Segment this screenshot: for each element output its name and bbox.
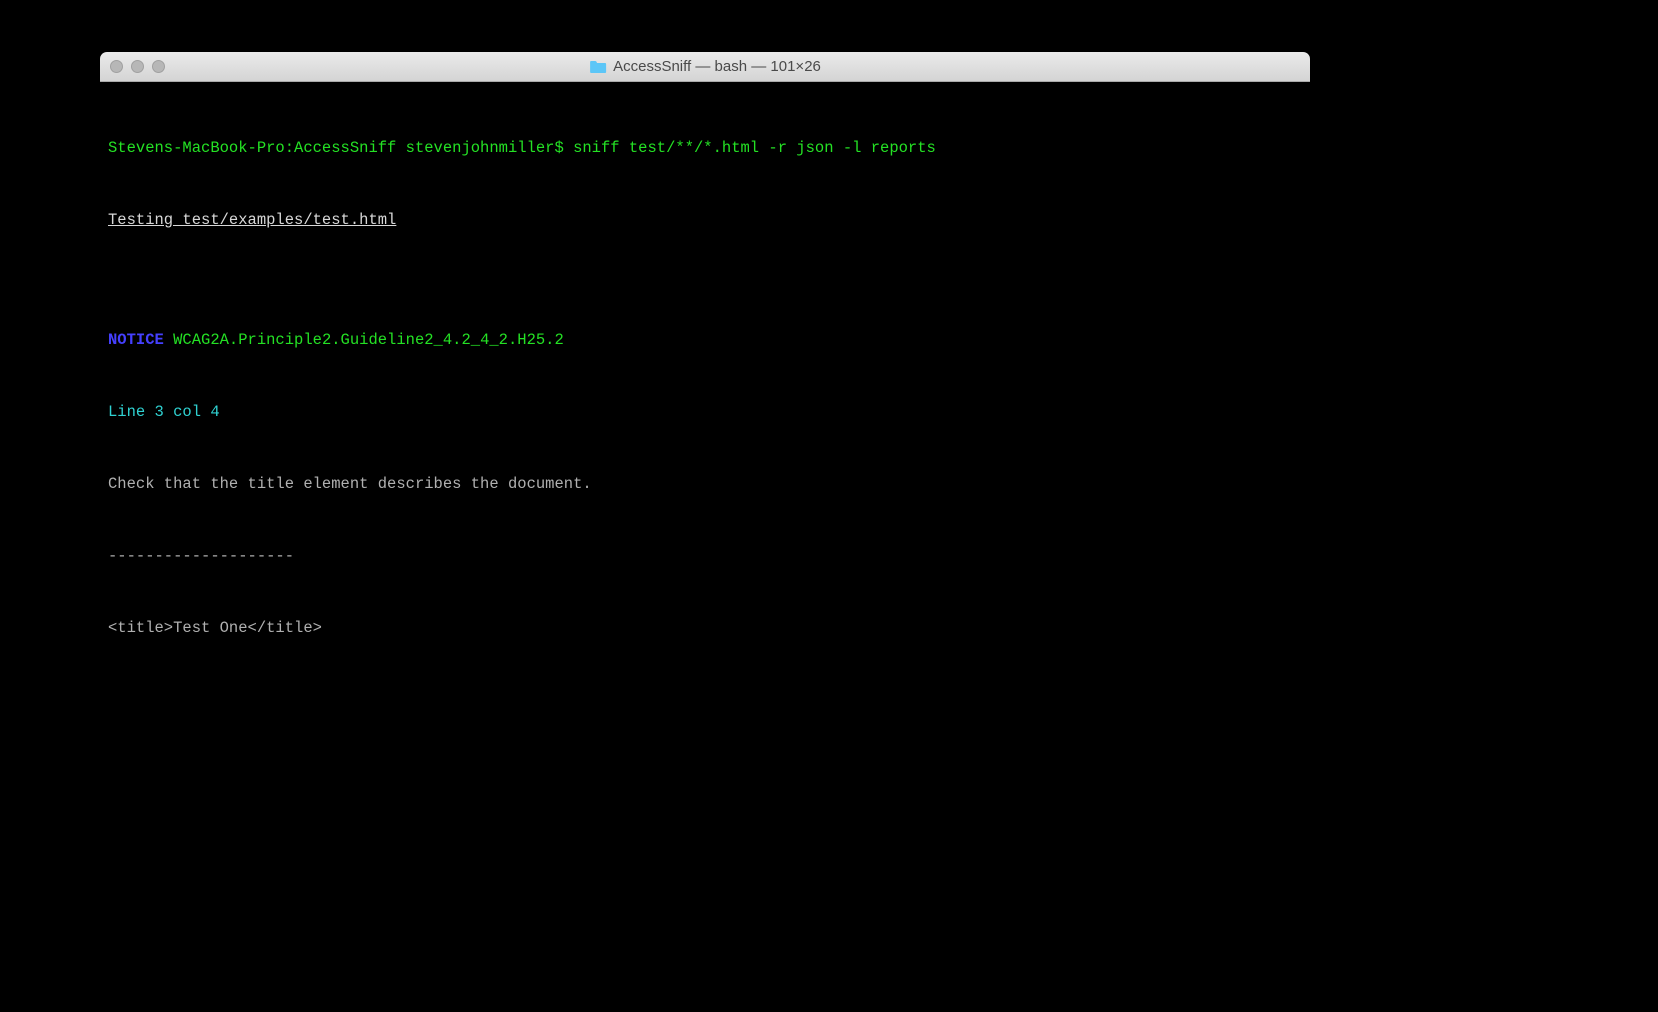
minimize-button[interactable] <box>131 60 144 73</box>
notice-header: NOTICE WCAG2A.Principle2.Guideline2_4.2_… <box>108 328 1302 352</box>
notice-message: Check that the title element describes t… <box>108 472 1302 496</box>
folder-icon <box>589 59 607 74</box>
window-title-area: AccessSniff — bash — 101×26 <box>589 58 821 75</box>
terminal-window: AccessSniff — bash — 101×26 Stevens-MacB… <box>100 52 1310 722</box>
traffic-lights <box>110 60 165 73</box>
notice-rule: WCAG2A.Principle2.Guideline2_4.2_4_2.H25… <box>164 331 564 349</box>
testing-line: Testing test/examples/test.html <box>108 208 1302 232</box>
prompt-line: Stevens-MacBook-Pro:AccessSniff stevenjo… <box>108 136 1302 160</box>
notice-label: NOTICE <box>108 331 164 349</box>
notice-location: Line 3 col 4 <box>108 400 1302 424</box>
notice-separator: -------------------- <box>108 544 1302 568</box>
zoom-button[interactable] <box>152 60 165 73</box>
window-title: AccessSniff — bash — 101×26 <box>613 58 821 75</box>
close-button[interactable] <box>110 60 123 73</box>
terminal-body[interactable]: Stevens-MacBook-Pro:AccessSniff stevenjo… <box>100 82 1310 722</box>
window-titlebar: AccessSniff — bash — 101×26 <box>100 52 1310 82</box>
notice-code: <title>Test One</title> <box>108 616 1302 640</box>
